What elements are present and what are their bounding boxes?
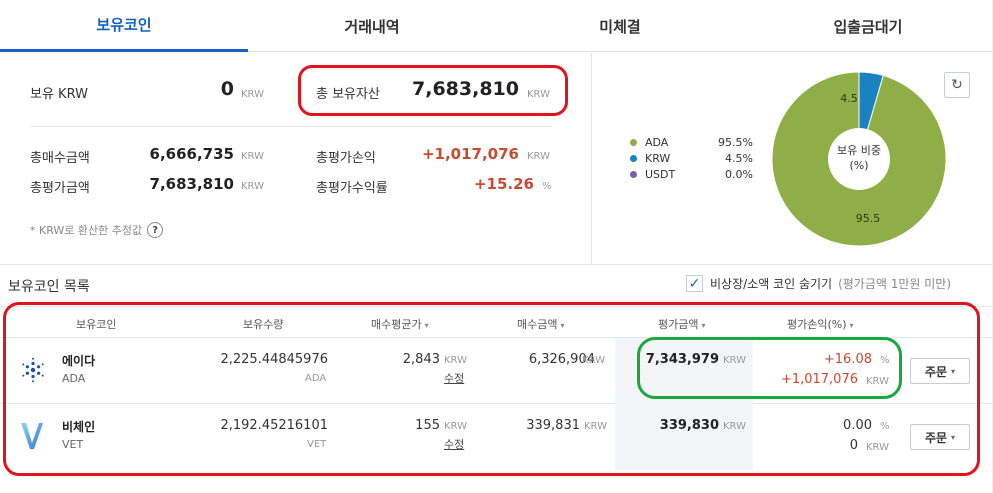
total-return-unit: % [542,181,552,192]
holdings-donut-chart: 보유 비중 (%) 95.5 4.5 [772,72,946,246]
tab-pending-transfers[interactable]: 입출금대기 [744,0,992,52]
total-eval-unit: KRW [241,181,264,192]
legend-name: USDT [645,167,676,181]
total-eval-label: 총평가금액 [30,181,90,196]
help-icon[interactable]: ? [147,222,164,238]
hide-small-checkbox[interactable]: ✓ [686,275,703,292]
legend-item-usdt: USDT 0.0% [630,166,753,182]
summary-divider [591,53,592,264]
krw-balance-value: 0 [220,78,234,100]
legend-name: ADA [645,135,669,149]
krw-estimate-note: * KRW로 환산한 추정값 ? [30,222,164,238]
checkmark-icon: ✓ [688,275,701,292]
legend-name: KRW [645,151,671,165]
data-label-krw: 4.5 [840,92,858,105]
total-return-label: 총평가수익률 [316,181,388,196]
highlight-eval-pnl [637,337,902,399]
total-buy-unit: KRW [241,151,264,162]
estimate-note-text: * KRW로 환산한 추정값 [30,224,143,237]
legend-pct: 95.5% [718,135,753,149]
hide-small-coins-toggle[interactable]: ✓ 비상장/소액 코인 숨기기 (평가금액 1만원 미만) [686,275,951,292]
legend-dot [630,170,637,178]
refresh-icon: ↻ [951,77,963,93]
tab-history[interactable]: 거래내역 [248,0,496,52]
krw-balance-unit: KRW [241,89,264,100]
legend-pct: 4.5% [725,151,753,165]
total-pnl-label: 총평가손익 [316,151,376,166]
total-pnl-value: +1,017,076 [421,145,519,163]
legend-dot [630,154,637,162]
total-buy-value: 6,666,735 [149,145,234,163]
total-return-value: +15.26 [473,175,534,193]
donut-center-title: 보유 비중 [837,144,881,157]
chart-legend: ADA 95.5% KRW 4.5% USDT 0.0% [630,134,753,182]
highlight-total-assets [298,65,568,116]
legend-pct: 0.0% [725,167,753,181]
legend-item-ada: ADA 95.5% [630,134,753,150]
legend-dot [630,138,637,146]
hide-small-note: (평가금액 1만원 미만) [838,277,952,291]
tab-bar: 보유코인 거래내역 미체결 입출금대기 [0,0,992,52]
holdings-list-title: 보유코인 목록 [8,279,90,295]
refresh-button[interactable]: ↻ [944,72,970,98]
legend-item-krw: KRW 4.5% [630,150,753,166]
donut-center-sub: (%) [849,159,868,172]
total-buy-label: 총매수금액 [30,151,90,166]
data-label-ada: 95.5 [856,212,881,225]
total-pnl-unit: KRW [527,151,550,162]
tab-unfilled[interactable]: 미체결 [496,0,744,52]
total-eval-value: 7,683,810 [149,175,234,193]
section-divider [0,264,992,265]
krw-balance-label: 보유 KRW [30,87,88,102]
tab-holdings[interactable]: 보유코인 [0,0,248,52]
hide-small-label: 비상장/소액 코인 숨기기 [710,277,833,291]
summary-separator [30,126,552,127]
